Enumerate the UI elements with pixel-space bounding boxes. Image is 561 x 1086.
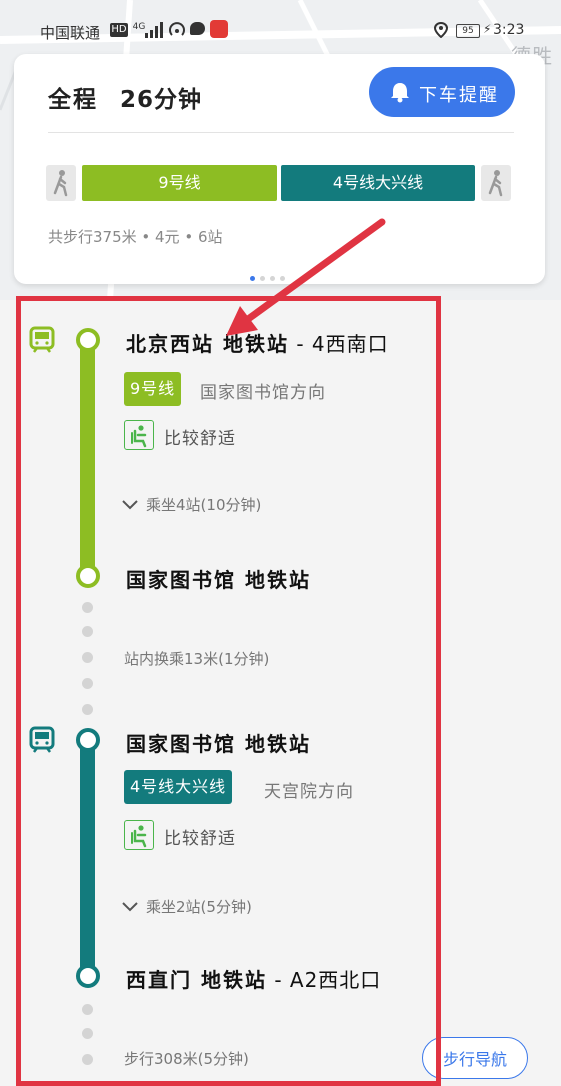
station-name: 西直门 地铁站: [126, 968, 267, 992]
app-notification-icon: [210, 20, 228, 38]
ride-info-text: 乘坐4站(10分钟): [146, 496, 262, 514]
ride-stops-toggle[interactable]: 乘坐4站(10分钟): [122, 494, 261, 515]
walk-segment-end: [481, 165, 511, 201]
ride-info-text: 乘坐2站(5分钟): [146, 898, 252, 916]
total-time: 26分钟: [120, 87, 203, 113]
transfer-dot: [82, 704, 93, 715]
hotspot-icon: [169, 22, 185, 36]
page-indicator: [250, 266, 290, 285]
line-tag: 9号线: [124, 372, 182, 406]
direction-text: 天宫院方向: [264, 782, 354, 802]
end-station-node: [76, 964, 100, 988]
station-exit: - A2西北口: [266, 968, 382, 992]
message-icon: [190, 22, 205, 35]
alight-reminder-label: 下车提醒: [419, 85, 499, 105]
end-station-node: [76, 564, 100, 588]
start-station-node: [76, 328, 100, 352]
charging-icon: ⚡: [483, 22, 492, 36]
page-dot-active: [250, 276, 255, 281]
ride-stops-toggle[interactable]: 乘坐2站(5分钟): [122, 896, 252, 917]
divider: [48, 132, 514, 133]
transfer-dot: [82, 626, 93, 637]
bell-icon: [391, 83, 409, 103]
walk-dot: [82, 1004, 93, 1015]
alighting-station[interactable]: 国家图书馆 地铁站: [126, 564, 311, 593]
seated-person-icon: [131, 425, 147, 448]
comfort-icon: [124, 820, 154, 850]
line-4-track: [80, 738, 95, 978]
chevron-down-icon: [122, 496, 138, 514]
total-label: 全程: [48, 87, 98, 113]
comfort-text: 比较舒适: [164, 429, 236, 449]
walking-person-icon: [53, 170, 68, 197]
line-9-track: [80, 338, 95, 576]
walk-dot: [82, 1028, 93, 1039]
transfer-dot: [82, 602, 93, 613]
transfer-text: 站内换乘13米(1分钟): [124, 650, 270, 668]
subway-train-icon: [29, 726, 55, 753]
station-name: 北京西站 地铁站: [126, 332, 289, 356]
subway-train-icon: [29, 326, 55, 353]
station-name: 国家图书馆 地铁站: [126, 732, 311, 756]
clock: 3:23: [493, 22, 525, 38]
page-dot: [280, 276, 285, 281]
walk-text: 步行308米(5分钟): [124, 1050, 249, 1068]
chevron-down-icon: [122, 898, 138, 916]
hd-badge: HD: [110, 23, 128, 37]
alight-reminder-button[interactable]: 下车提醒: [369, 67, 515, 117]
page-dot: [270, 276, 275, 281]
transfer-dot: [82, 678, 93, 689]
line-tag: 4号线大兴线: [124, 770, 233, 804]
walk-navigation-button[interactable]: 步行导航: [422, 1037, 528, 1079]
direction-text: 国家图书馆方向: [200, 383, 326, 403]
page-dot: [260, 276, 265, 281]
status-bar: 中国联通 HD 4G 95 ⚡ 3:23: [0, 0, 561, 60]
segment-line-9: 9号线: [82, 165, 277, 201]
battery-indicator: 95: [456, 24, 480, 38]
comfort-text: 比较舒适: [164, 829, 236, 849]
location-icon: [434, 22, 448, 38]
alighting-station[interactable]: 西直门 地铁站 - A2西北口: [126, 964, 381, 993]
seated-person-icon: [131, 825, 147, 848]
segment-line-4-daxing: 4号线大兴线: [281, 165, 475, 201]
station-exit: - 4西南口: [288, 332, 389, 356]
route-meta: 共步行375米 • 4元 • 6站: [48, 228, 223, 246]
route-detail-list[interactable]: 北京西站 地铁站 - 4西南口 9号线 国家图书馆方向 比较舒适 乘坐4站(10…: [0, 296, 561, 1080]
carrier-name: 中国联通: [40, 24, 101, 42]
transfer-dot: [82, 652, 93, 663]
boarding-station[interactable]: 国家图书馆 地铁站: [126, 728, 311, 757]
boarding-station[interactable]: 北京西站 地铁站 - 4西南口: [126, 328, 389, 357]
signal-icon: [145, 22, 163, 38]
walk-dot: [82, 1054, 93, 1065]
comfort-icon: [124, 420, 154, 450]
walk-segment-start: [46, 165, 76, 201]
start-station-node: [76, 728, 100, 752]
walking-person-icon: [488, 170, 503, 197]
route-summary-card[interactable]: 全程 26分钟 下车提醒 9号线 4号线大兴线 共步行375米 • 4元 • 6…: [14, 54, 545, 284]
